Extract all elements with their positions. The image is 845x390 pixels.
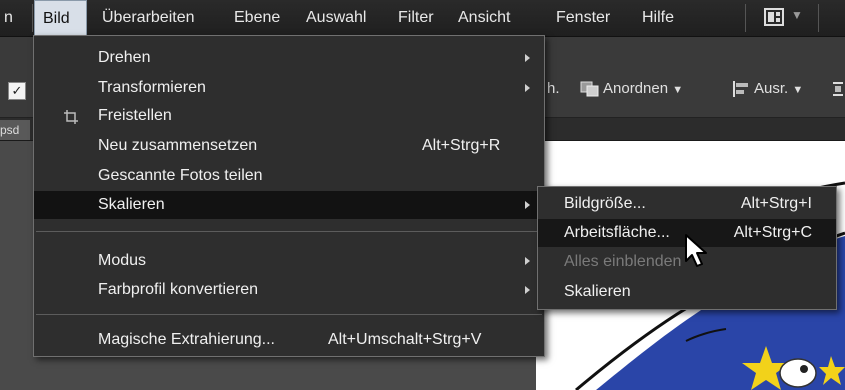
menu-item-crop[interactable]: Freistellen bbox=[34, 102, 544, 130]
submenu-arrow-icon bbox=[525, 201, 530, 209]
submenu-item-image-size[interactable]: Bildgröße... Alt+Strg+I bbox=[538, 190, 836, 218]
menu-item-transform[interactable]: Transformieren bbox=[34, 74, 544, 102]
shortcut-label: Alt+Umschalt+Strg+V bbox=[328, 331, 482, 348]
chevron-down-icon: ▼ bbox=[792, 84, 804, 96]
submenu-arrow-icon bbox=[525, 54, 530, 62]
chevron-down-icon[interactable]: ▼ bbox=[791, 8, 803, 22]
shortcut-label: Alt+Strg+R bbox=[422, 137, 501, 154]
menu-enhance[interactable]: Überarbeiten bbox=[94, 0, 203, 36]
menu-item-convert-color-profile[interactable]: Farbprofil konvertieren bbox=[34, 276, 544, 304]
option-partial-text: h. bbox=[547, 80, 560, 97]
document-tab-label: 1.psd bbox=[0, 123, 20, 137]
menu-layer[interactable]: Ebene bbox=[226, 0, 288, 36]
submenu-arrow-icon bbox=[525, 286, 530, 294]
menu-view[interactable]: Ansicht bbox=[450, 0, 518, 36]
menu-separator bbox=[36, 231, 542, 232]
shortcut-label: Alt+Strg+C bbox=[733, 224, 812, 241]
menu-help[interactable]: Hilfe bbox=[634, 0, 682, 36]
menu-item-recompose[interactable]: Neu zusammensetzen Alt+Strg+R bbox=[34, 132, 544, 160]
document-tab[interactable]: 1.psd bbox=[0, 120, 30, 140]
shortcut-label: Alt+Strg+I bbox=[740, 195, 812, 212]
menu-separator bbox=[32, 4, 33, 32]
submenu-arrow-icon bbox=[525, 84, 530, 92]
menu-image[interactable]: Bild bbox=[34, 0, 87, 36]
align-label: Ausr. bbox=[754, 80, 789, 97]
align-icon[interactable] bbox=[731, 80, 751, 98]
arrange-icon[interactable] bbox=[580, 80, 600, 98]
menu-partial-item[interactable]: n bbox=[0, 0, 21, 36]
menu-window[interactable]: Fenster bbox=[548, 0, 618, 36]
chevron-down-icon: ▼ bbox=[672, 84, 684, 96]
menu-item-magic-extractor[interactable]: Magische Extrahierung... Alt+Umschalt+St… bbox=[34, 326, 544, 354]
submenu-arrow-icon bbox=[525, 257, 530, 265]
option-checkbox[interactable]: ✓ bbox=[8, 82, 26, 100]
menu-item-resize[interactable]: Skalieren bbox=[34, 191, 544, 219]
menu-item-split-scanned-photos[interactable]: Gescannte Fotos teilen bbox=[34, 162, 544, 190]
crop-icon bbox=[64, 110, 78, 124]
image-menu: Drehen Transformieren Freistellen Neu zu… bbox=[33, 35, 545, 357]
menu-item-mode[interactable]: Modus bbox=[34, 247, 544, 275]
menu-separator bbox=[818, 4, 819, 32]
menu-select[interactable]: Auswahl bbox=[298, 0, 374, 36]
menu-bar: n Bild Überarbeiten Ebene Auswahl Filter… bbox=[0, 0, 845, 37]
menu-filter[interactable]: Filter bbox=[390, 0, 442, 36]
distribute-icon[interactable] bbox=[832, 80, 845, 98]
arrange-label: Anordnen bbox=[603, 80, 669, 97]
workspace-layout-icon[interactable] bbox=[764, 8, 784, 26]
arrange-button[interactable]: Anordnen ▼ bbox=[603, 80, 683, 97]
submenu-item-scale[interactable]: Skalieren bbox=[538, 278, 836, 306]
menu-separator bbox=[36, 314, 542, 315]
align-button[interactable]: Ausr. ▼ bbox=[754, 80, 803, 97]
menu-item-rotate[interactable]: Drehen bbox=[34, 44, 544, 72]
mouse-cursor-icon bbox=[685, 234, 707, 267]
menu-separator bbox=[745, 4, 746, 32]
